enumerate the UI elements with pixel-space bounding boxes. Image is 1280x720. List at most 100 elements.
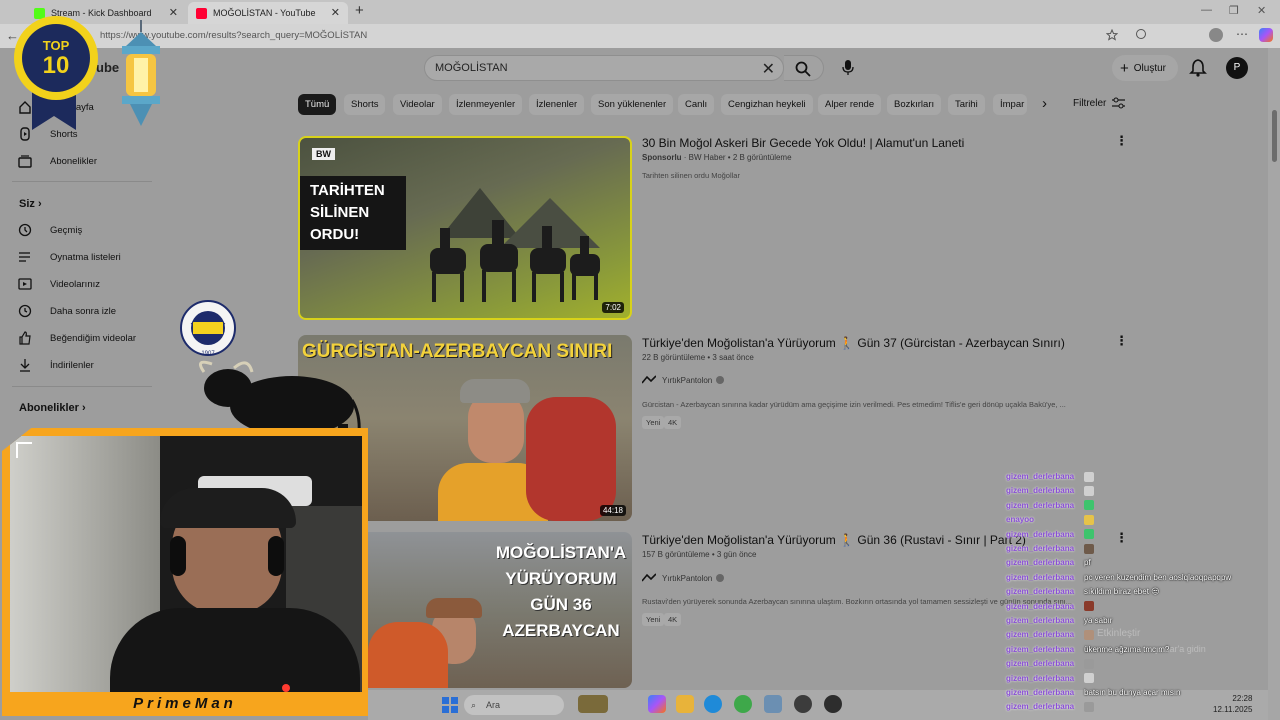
- chat-username[interactable]: gizem_derlerbana: [1006, 645, 1084, 654]
- favorite-star-icon[interactable]: [1106, 29, 1118, 41]
- video-title[interactable]: 30 Bin Moğol Askeri Bir Gecede Yok Oldu!…: [642, 136, 964, 150]
- new-tab-button[interactable]: +: [355, 2, 364, 19]
- create-button[interactable]: + Oluştur: [1112, 55, 1178, 81]
- maximize-icon[interactable]: ❐: [1229, 4, 1239, 17]
- edge-icon[interactable]: [704, 695, 722, 713]
- sidebar-item-subscriptions[interactable]: Abonelikler: [18, 151, 97, 171]
- chips-next-icon[interactable]: ›: [1042, 95, 1047, 112]
- close-window-icon[interactable]: ✕: [1257, 4, 1266, 17]
- chat-username[interactable]: gizem_derlerbana: [1006, 472, 1084, 481]
- chat-emote-icon: [1084, 701, 1094, 712]
- sidebar-item-playlists[interactable]: Oynatma listeleri: [18, 247, 121, 267]
- search-box[interactable]: MOĞOLİSTAN ✕: [424, 55, 784, 81]
- chip-bozkirlari[interactable]: Bozkırları: [887, 94, 942, 115]
- channel-name[interactable]: YırtıkPantolon: [662, 574, 712, 583]
- chip-recent[interactable]: Son yüklenenler: [591, 94, 674, 115]
- more-options-icon[interactable]: ⋮: [1115, 133, 1128, 149]
- chip-imparator[interactable]: İmpar: [993, 94, 1027, 115]
- chat-emote-icon: [1084, 543, 1094, 554]
- app-icon[interactable]: [764, 695, 782, 713]
- chat-username[interactable]: gizem_derlerbana: [1006, 558, 1084, 567]
- chat-username[interactable]: gizem_derlerbana: [1006, 674, 1084, 683]
- notifications-bell-icon[interactable]: [1188, 58, 1208, 78]
- channel-name[interactable]: BW Haber: [689, 153, 726, 162]
- streamer-hair: [160, 488, 296, 528]
- account-avatar[interactable]: P: [1226, 57, 1248, 79]
- sidebar-item-downloads[interactable]: İndirilenler: [18, 355, 94, 375]
- chat-username[interactable]: gizem_derlerbana: [1006, 688, 1084, 697]
- video-title[interactable]: Türkiye'den Moğolistan'a Yürüyorum 🚶 Gün…: [642, 533, 1026, 547]
- windows-start-icon[interactable]: [442, 697, 458, 713]
- tab-youtube[interactable]: MOĞOLİSTAN - YouTube ✕: [188, 2, 348, 24]
- channel-row[interactable]: YırtıkPantolon: [642, 375, 725, 385]
- chat-username[interactable]: gizem_derlerbana: [1006, 486, 1084, 495]
- search-input[interactable]: MOĞOLİSTAN: [435, 62, 508, 74]
- sidebar-item-label: Videolarınız: [50, 278, 100, 290]
- app-icon[interactable]: [734, 695, 752, 713]
- close-tab-icon[interactable]: ✕: [169, 6, 178, 19]
- chip-all[interactable]: Tümü: [298, 94, 337, 115]
- channel-name[interactable]: YırtıkPantolon: [662, 376, 712, 385]
- chat-username[interactable]: gizem_derlerbana: [1006, 573, 1084, 582]
- copilot-icon[interactable]: [1259, 28, 1273, 42]
- copilot-icon[interactable]: [648, 695, 666, 713]
- chip-videos[interactable]: Videolar: [393, 94, 442, 115]
- chat-username[interactable]: gizem_derlerbana: [1006, 530, 1084, 539]
- clear-search-icon[interactable]: ✕: [762, 59, 775, 79]
- video-meta: 22 B görüntüleme • 3 saat önce: [642, 353, 754, 362]
- chat-username[interactable]: gizem_derlerbana: [1006, 659, 1084, 668]
- chat-message: gizem_derlerbana: [1006, 528, 1096, 541]
- scrollbar[interactable]: [1268, 48, 1280, 720]
- chat-username[interactable]: gizem_derlerbana: [1006, 702, 1084, 711]
- chat-emote-icon: [1084, 601, 1094, 612]
- file-explorer-icon[interactable]: [676, 695, 694, 713]
- chat-username[interactable]: gizem_derlerbana: [1006, 630, 1084, 639]
- sidebar-divider: [12, 386, 152, 387]
- chip-watched[interactable]: İzlenenler: [529, 94, 585, 115]
- close-tab-icon[interactable]: ✕: [331, 6, 340, 19]
- badge-new: Yeni: [642, 416, 665, 429]
- refresh-icon[interactable]: [1136, 29, 1146, 39]
- minimize-icon[interactable]: —: [1201, 4, 1212, 16]
- sidebar-subscriptions-heading[interactable]: Abonelikler ›: [19, 402, 86, 414]
- chip-cengizhan[interactable]: Cengizhan heykeli: [721, 94, 813, 115]
- sidebar-item-watch-later[interactable]: Daha sonra izle: [18, 301, 116, 321]
- channel-row[interactable]: YırtıkPantolon: [642, 573, 725, 583]
- chip-alper[interactable]: Alper rende: [818, 94, 882, 115]
- chat-username[interactable]: gizem_derlerbana: [1006, 587, 1084, 596]
- video-description: Tarihten silinen ordu Moğollar: [642, 171, 740, 180]
- chip-tarihi[interactable]: Tarihi: [948, 94, 985, 115]
- search-button[interactable]: [784, 55, 824, 81]
- chip-shorts[interactable]: Shorts: [344, 94, 386, 115]
- app-icon[interactable]: [824, 695, 842, 713]
- chat-username[interactable]: gizem_derlerbana: [1006, 501, 1084, 510]
- chip-unwatched[interactable]: İzlenmeyenler: [449, 94, 523, 115]
- profile-icon[interactable]: [1209, 28, 1223, 42]
- more-options-icon[interactable]: ⋮: [1115, 530, 1128, 546]
- channel-avatar-icon: [642, 375, 656, 384]
- taskbar-clock[interactable]: 22:28 12.11.2025: [1213, 693, 1252, 715]
- chip-live[interactable]: Canlı: [678, 94, 715, 115]
- scrollbar-thumb[interactable]: [1272, 110, 1277, 162]
- sidebar-divider: [12, 181, 152, 182]
- chat-username[interactable]: gizem_derlerbana: [1006, 616, 1084, 625]
- more-options-icon[interactable]: ⋮: [1115, 333, 1128, 349]
- taskbar-search[interactable]: ⌕ Ara: [464, 695, 564, 715]
- menu-dots-icon[interactable]: ⋯: [1236, 27, 1248, 41]
- sidebar-you-heading[interactable]: Siz ›: [19, 198, 42, 210]
- chat-message: gizem_derlerbana: [1006, 499, 1096, 512]
- video-duration: 44:18: [599, 505, 626, 516]
- video-thumbnail[interactable]: BW TARİHTEN SİLİNEN ORDU! 7:02: [298, 136, 632, 320]
- sidebar-item-liked-videos[interactable]: Beğendiğim videolar: [18, 328, 136, 348]
- video-title[interactable]: Türkiye'den Moğolistan'a Yürüyorum 🚶 Gün…: [642, 336, 1065, 350]
- chat-username[interactable]: gizem_derlerbana: [1006, 602, 1084, 611]
- voice-search-button[interactable]: [836, 56, 860, 80]
- sidebar-item-your-videos[interactable]: Videolarınız: [18, 274, 100, 294]
- obs-icon[interactable]: [794, 695, 812, 713]
- widget-icon[interactable]: [578, 695, 608, 713]
- chat-username[interactable]: enayoo: [1006, 515, 1084, 524]
- chat-username[interactable]: gizem_derlerbana: [1006, 544, 1084, 553]
- sidebar-item-history[interactable]: Geçmiş: [18, 220, 82, 240]
- filters-button[interactable]: Filtreler: [1073, 97, 1126, 109]
- chat-message: gizem_derlerbana pc veren kuzendim ben ao…: [1006, 571, 1231, 584]
